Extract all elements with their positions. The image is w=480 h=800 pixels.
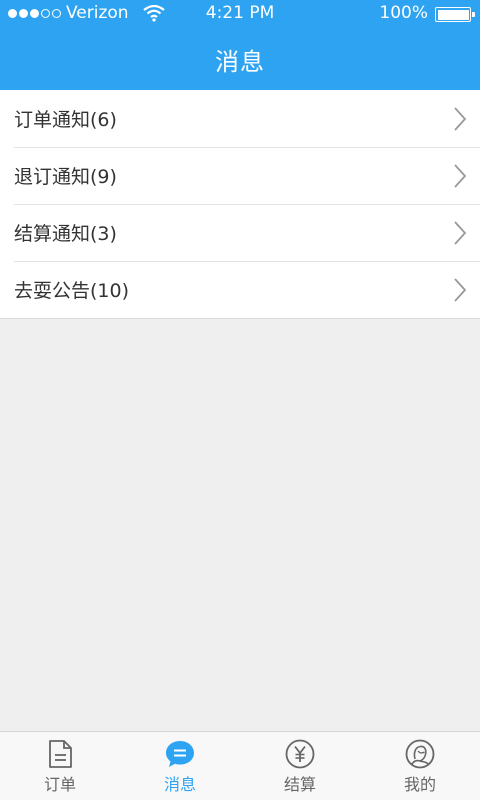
page-title: 消息	[215, 48, 265, 76]
tab-label: 消息	[163, 775, 196, 794]
list-item-settlement-notice[interactable]: 结算通知(3)	[0, 204, 480, 261]
tab-orders[interactable]: 订单	[0, 732, 120, 800]
chevron-right-icon	[454, 164, 467, 188]
tab-messages[interactable]: 消息	[120, 732, 240, 800]
yen-icon	[285, 739, 315, 769]
tab-profile[interactable]: 我的	[360, 732, 480, 800]
tab-label: 订单	[43, 775, 76, 794]
list-item-announcement[interactable]: 去耍公告(10)	[0, 261, 480, 318]
list-item-label: 订单通知(6)	[14, 109, 117, 131]
chevron-right-icon	[454, 221, 467, 245]
tab-bar: 订单 消息 结算 我的	[0, 731, 480, 800]
document-icon	[49, 740, 72, 768]
tab-settlement[interactable]: 结算	[240, 732, 360, 800]
profile-icon	[405, 739, 435, 769]
battery-percentage: 100%	[379, 3, 428, 23]
list-item-label: 去耍公告(10)	[14, 280, 130, 302]
nav-header: 消息	[0, 28, 480, 90]
tab-label: 我的	[403, 775, 436, 794]
battery-icon	[435, 7, 475, 22]
chat-bubble-icon	[166, 741, 194, 767]
list-item-label: 退订通知(9)	[14, 166, 117, 188]
list-item-order-notice[interactable]: 订单通知(6)	[0, 90, 480, 147]
chevron-right-icon	[454, 278, 467, 302]
tab-label: 结算	[283, 775, 316, 794]
message-list: 订单通知(6) 退订通知(9) 结算通知(3) 去耍公告(10)	[0, 90, 480, 319]
status-bar: Verizon 4:21 PM 100%	[0, 0, 480, 28]
chevron-right-icon	[454, 107, 467, 131]
list-item-label: 结算通知(3)	[14, 223, 117, 245]
list-item-cancel-notice[interactable]: 退订通知(9)	[0, 147, 480, 204]
